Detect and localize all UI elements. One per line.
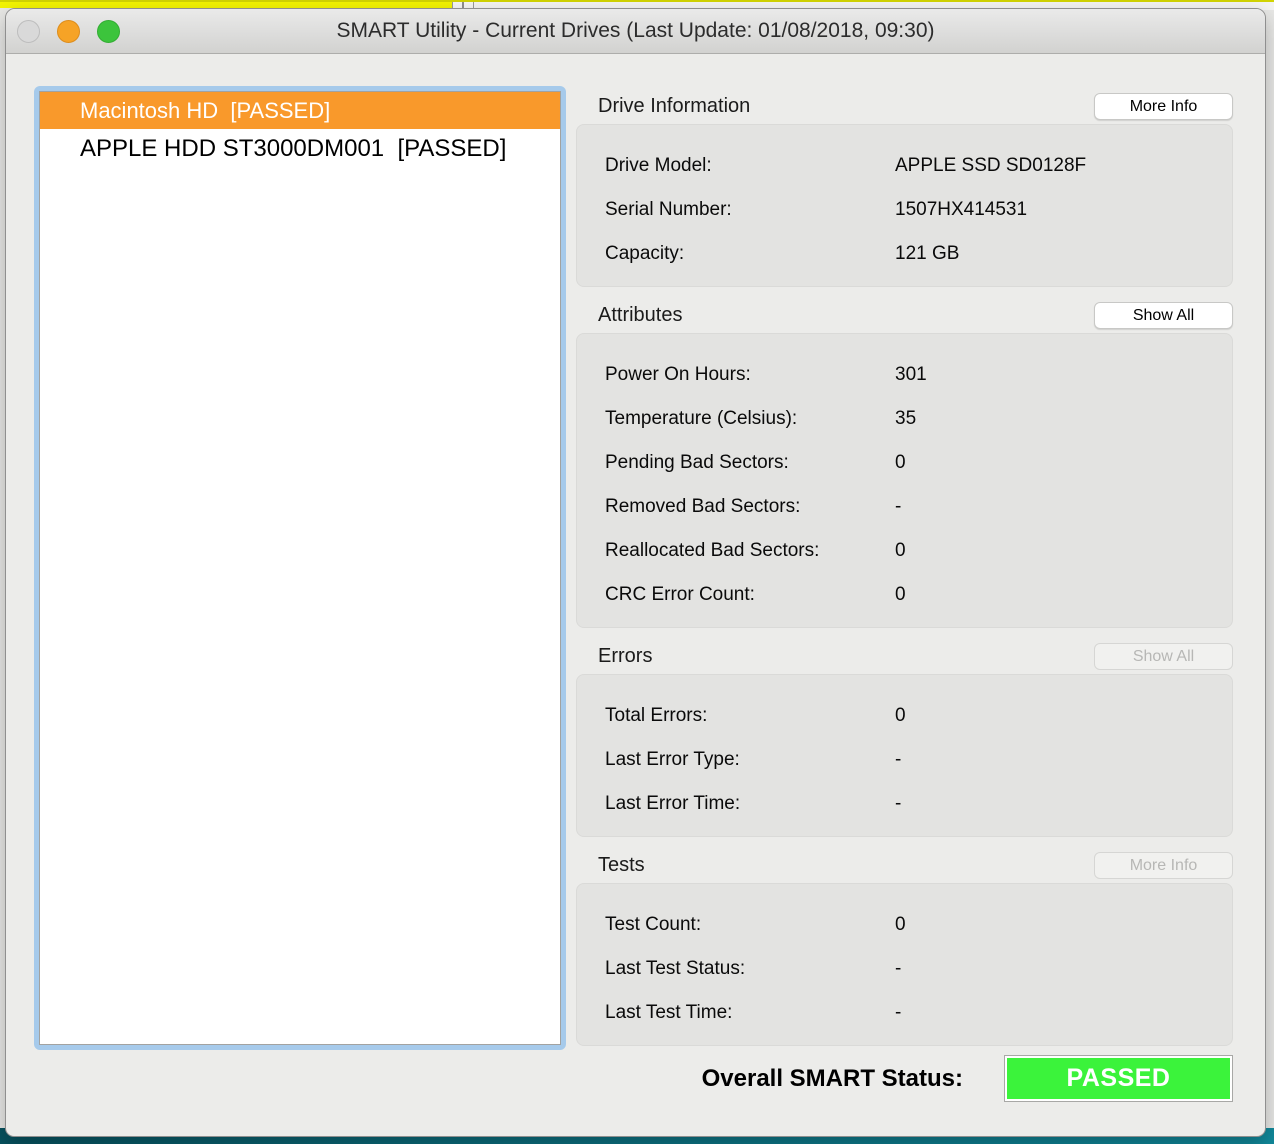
field-row: Last Error Type: - xyxy=(577,738,1232,782)
field-row: Reallocated Bad Sectors: 0 xyxy=(577,529,1232,573)
field-label: Total Errors: xyxy=(605,705,708,726)
field-row: Test Count: 0 xyxy=(577,903,1232,947)
section-title-attributes: Attributes xyxy=(598,304,683,326)
field-value: 0 xyxy=(895,540,906,561)
field-row: CRC Error Count: 0 xyxy=(577,573,1232,617)
drive-details-panel: Drive Information More Info Drive Model: AP… xyxy=(576,93,1233,1046)
field-label: Removed Bad Sectors: xyxy=(605,496,801,517)
field-value: - xyxy=(895,749,902,770)
section-header-tests: Tests More Info xyxy=(576,852,1233,879)
field-value: 0 xyxy=(895,452,906,473)
drive-list[interactable]: Macintosh HD [PASSED] APPLE HDD ST3000DM0… xyxy=(39,91,561,1045)
field-label: Power On Hours: xyxy=(605,364,751,385)
section-box-attributes: Power On Hours: 301 Temperature (Celsius):… xyxy=(576,333,1233,628)
show-all-button-errors: Show All xyxy=(1094,643,1233,670)
field-value: 0 xyxy=(895,584,906,605)
close-button[interactable] xyxy=(17,20,40,43)
field-row: Last Test Status: - xyxy=(577,947,1232,991)
overall-status-badge: PASSED xyxy=(1004,1055,1233,1102)
field-label: Last Error Type: xyxy=(605,749,740,770)
field-label: CRC Error Count: xyxy=(605,584,755,605)
section-title-drive-information: Drive Information xyxy=(598,95,751,117)
section-box-tests: Test Count: 0 Last Test Status: - Last Test … xyxy=(576,883,1233,1046)
field-value: 35 xyxy=(895,408,917,429)
more-info-button-tests: More Info xyxy=(1094,852,1233,879)
field-value: 301 xyxy=(895,364,927,385)
field-row: Pending Bad Sectors: 0 xyxy=(577,441,1232,485)
field-value: 1507HX414531 xyxy=(895,199,1028,220)
drive-list-item-0[interactable]: Macintosh HD [PASSED] xyxy=(40,92,560,129)
field-row: Capacity: 121 GB xyxy=(577,232,1232,276)
field-value: - xyxy=(895,1002,902,1023)
section-box-drive-information: Drive Model: APPLE SSD SD0128F Serial Numb… xyxy=(576,124,1233,287)
field-value: - xyxy=(895,793,902,814)
background-top-strip xyxy=(0,0,1274,10)
section-header-drive-information: Drive Information More Info xyxy=(576,93,1233,120)
field-value: APPLE SSD SD0128F xyxy=(895,155,1087,176)
field-row: Drive Model: APPLE SSD SD0128F xyxy=(577,144,1232,188)
section-box-errors: Total Errors: 0 Last Error Type: - Last Erro… xyxy=(576,674,1233,837)
field-row: Power On Hours: 301 xyxy=(577,353,1232,397)
field-row: Last Error Time: - xyxy=(577,782,1232,826)
section-header-errors: Errors Show All xyxy=(576,643,1233,670)
title-bar[interactable]: SMART Utility - Current Drives (Last Upd… xyxy=(6,9,1265,54)
minimize-button[interactable] xyxy=(57,20,80,43)
field-label: Serial Number: xyxy=(605,199,732,220)
field-row: Last Test Time: - xyxy=(577,991,1232,1035)
field-value: - xyxy=(895,496,902,517)
field-row: Serial Number: 1507HX414531 xyxy=(577,188,1232,232)
more-info-button-drive-information[interactable]: More Info xyxy=(1094,93,1233,120)
field-value: 0 xyxy=(895,705,906,726)
field-value: 121 GB xyxy=(895,243,960,264)
field-label: Temperature (Celsius): xyxy=(605,408,798,429)
drive-list-item-1[interactable]: APPLE HDD ST3000DM001 [PASSED] xyxy=(40,129,560,169)
smart-utility-window: SMART Utility - Current Drives (Last Upd… xyxy=(5,8,1266,1137)
section-title-tests: Tests xyxy=(598,854,645,876)
field-value: 0 xyxy=(895,914,906,935)
show-all-button-attributes[interactable]: Show All xyxy=(1094,302,1233,329)
field-label: Capacity: xyxy=(605,243,685,264)
field-label: Last Test Time: xyxy=(605,1002,733,1023)
field-label: Last Test Status: xyxy=(605,958,746,979)
field-value: - xyxy=(895,958,902,979)
field-label: Test Count: xyxy=(605,914,702,935)
field-row: Total Errors: 0 xyxy=(577,694,1232,738)
field-label: Drive Model: xyxy=(605,155,712,176)
window-title: SMART Utility - Current Drives (Last Upd… xyxy=(336,19,935,42)
section-title-errors: Errors xyxy=(598,645,653,667)
field-label: Last Error Time: xyxy=(605,793,741,814)
traffic-lights xyxy=(17,20,120,43)
field-row: Temperature (Celsius): 35 xyxy=(577,397,1232,441)
field-row: Removed Bad Sectors: - xyxy=(577,485,1232,529)
drive-list-focus-ring: Macintosh HD [PASSED] APPLE HDD ST3000DM0… xyxy=(34,86,566,1050)
section-header-attributes: Attributes Show All xyxy=(576,302,1233,329)
overall-status-label: Overall SMART Status: xyxy=(701,1064,963,1092)
field-label: Reallocated Bad Sectors: xyxy=(605,540,820,561)
overall-status-row: Overall SMART Status: PASSED xyxy=(576,1055,1233,1102)
field-label: Pending Bad Sectors: xyxy=(605,452,789,473)
zoom-button[interactable] xyxy=(97,20,120,43)
